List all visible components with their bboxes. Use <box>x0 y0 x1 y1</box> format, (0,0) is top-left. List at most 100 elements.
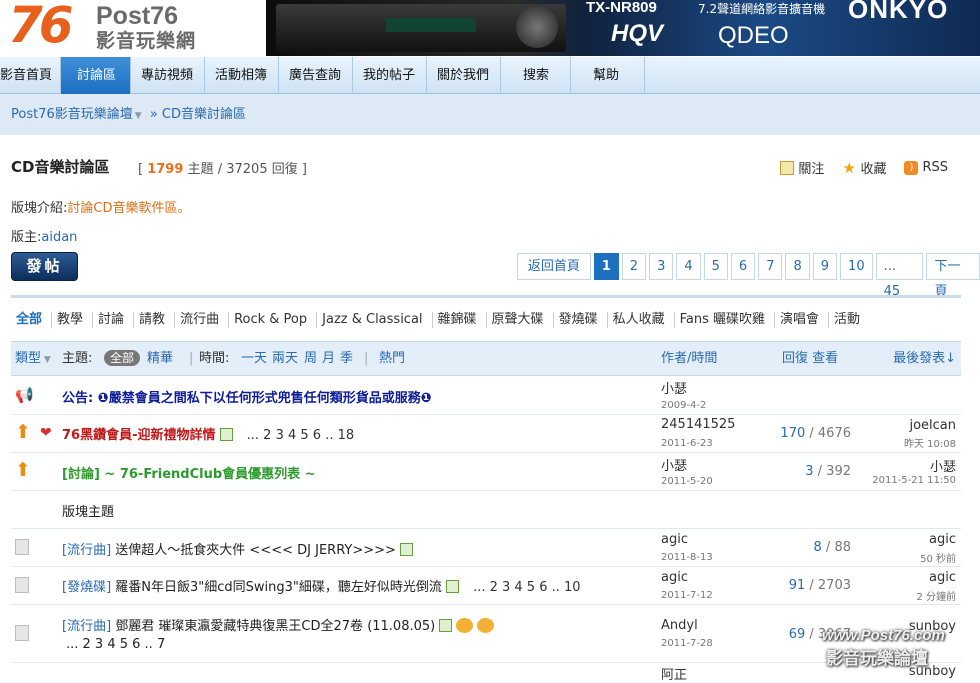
thread-pages[interactable]: ... 2 3 4 5 6 .. 18 <box>247 428 355 443</box>
rss-button[interactable]: ) RSS <box>904 158 948 177</box>
star-icon: ★ <box>842 158 856 177</box>
thread-pages[interactable]: ... 2 3 4 5 6 .. 10 <box>473 580 581 595</box>
type-tab-fans[interactable]: Fans 曬碟吹雞 <box>675 312 775 328</box>
pager-page-4[interactable]: 4 <box>676 253 701 280</box>
filter-all[interactable]: 全部 <box>104 350 141 366</box>
pager-page-8[interactable]: 8 <box>785 253 810 280</box>
filter-hot[interactable]: 熱門 <box>379 342 405 375</box>
site-header: 76 Post76 影音玩樂網 TX-NR809 7.2聲道網絡影音擴音機 HQ… <box>0 0 980 57</box>
stats-sep: / <box>217 162 223 177</box>
filter-two-days[interactable]: 兩天 <box>272 342 298 375</box>
pager-next[interactable]: 下一頁 <box>926 253 980 299</box>
type-tab-discuss[interactable]: 討論 <box>93 312 135 328</box>
nav-about[interactable]: 關於我們 <box>427 57 501 94</box>
nav-ads[interactable]: 廣告查詢 <box>279 57 353 94</box>
col-last-post[interactable]: 最後發表↓ <box>893 342 956 375</box>
moderator-link[interactable]: aidan <box>41 230 77 245</box>
arrow-down-icon: ↓ <box>945 351 956 366</box>
col-author-time[interactable]: 作者/時間 <box>661 342 717 375</box>
new-post-button[interactable]: 發帖 <box>11 252 78 281</box>
thread-title[interactable]: 76黑鑽會員-迎新禮物詳情 <box>62 428 216 443</box>
thread-author[interactable]: 245141525 <box>661 417 735 432</box>
follow-button[interactable]: 關注 <box>780 158 824 177</box>
nav-search[interactable]: 搜索 <box>501 57 571 94</box>
ad-banner[interactable]: TX-NR809 7.2聲道網絡影音擴音機 HQV QDEO ONKYO <box>266 0 980 56</box>
favorite-button[interactable]: ★ 收藏 <box>842 158 886 177</box>
favorite-label: 收藏 <box>860 162 887 177</box>
thread-title[interactable]: 鄧麗君 璀璨東瀛愛藏特典復黑王CD全27卷 (11.08.05) <box>115 619 435 634</box>
chevron-down-icon[interactable]: ▼ <box>135 111 142 121</box>
type-tab-ask[interactable]: 請教 <box>134 312 176 328</box>
banner-hqv-logo: HQV <box>611 20 664 47</box>
pager-last[interactable]: ... 45 <box>875 253 924 299</box>
last-post-time[interactable]: 昨天 10:08 <box>904 435 956 450</box>
thread-category[interactable]: [流行曲] <box>62 543 111 558</box>
nav-forum[interactable]: 討論區 <box>61 57 131 94</box>
thread-title[interactable]: 送俾超人～抵食夾大件 <<<< DJ JERRY>>>> <box>115 543 396 558</box>
thread-date: 2011-6-23 <box>661 438 713 449</box>
pager-page-10[interactable]: 10 <box>840 253 873 280</box>
thread-author[interactable]: 阿正 <box>661 664 687 683</box>
col-last-post-label: 最後發表 <box>893 351 946 366</box>
type-tab-all[interactable]: 全部 <box>11 312 53 328</box>
view-count: 4676 <box>817 426 851 441</box>
pager-page-2[interactable]: 2 <box>621 253 647 280</box>
last-post-time[interactable]: 2 分鐘前 <box>916 588 956 603</box>
thread-author[interactable]: agic <box>661 570 688 585</box>
filter-month[interactable]: 月 <box>322 342 335 375</box>
last-poster[interactable]: agic <box>929 532 956 547</box>
type-tab-audiophile[interactable]: 發燒碟 <box>554 312 608 328</box>
thread-category[interactable]: [流行曲] <box>62 619 111 634</box>
thread-author[interactable]: 小瑟 <box>661 455 687 474</box>
pager-page-5[interactable]: 5 <box>703 253 728 280</box>
nav-my-posts[interactable]: 我的帖子 <box>353 57 427 94</box>
thread-category[interactable]: [發燒碟] <box>62 580 111 595</box>
announcement-title[interactable]: 公告: ❶嚴禁會員之間私下以任何形式兜售任何類形貨品或服務❶ <box>62 387 432 406</box>
last-poster[interactable]: joelcan <box>909 418 956 433</box>
col-reply-view[interactable]: 回復 查看 <box>782 342 838 375</box>
thread-title[interactable]: [討論] ~ 76-FriendClub會員優惠列表 ~ <box>62 463 316 482</box>
last-post-time[interactable]: 2011-5-21 11:50 <box>872 475 956 486</box>
nav-home[interactable]: 影音首頁 <box>0 57 61 94</box>
pager-page-1[interactable]: 1 <box>593 253 619 280</box>
type-tab-jazz-classical[interactable]: Jazz & Classical <box>317 312 433 328</box>
last-poster[interactable]: agic <box>929 570 956 585</box>
pager-page-3[interactable]: 3 <box>649 253 674 280</box>
thread-author[interactable]: 小瑟 <box>661 378 687 397</box>
thread-subject: 76黑鑽會員-迎新禮物詳情 ... 2 3 4 5 6 .. 18 <box>62 424 354 443</box>
type-filter[interactable]: 類型 ▼ <box>15 342 51 377</box>
filter-season[interactable]: 季 <box>340 342 353 375</box>
site-logo[interactable]: 76 Post76 影音玩樂網 <box>0 0 268 57</box>
time-filter-label: 時間: <box>199 351 230 366</box>
last-post-time[interactable]: 50 秒前 <box>920 550 956 565</box>
type-tab-compilation[interactable]: 雜錦碟 <box>433 312 487 328</box>
nav-help[interactable]: 幫助 <box>571 57 645 94</box>
thread-title[interactable]: 羅番N年日飯3"細cd同Swing3"細碟，聽左好似時光倒流 <box>115 580 442 595</box>
filter-digest[interactable]: 精華 <box>147 342 173 375</box>
thread-author[interactable]: agic <box>661 532 688 547</box>
type-tab-pop[interactable]: 流行曲 <box>175 312 230 328</box>
type-tab-concert[interactable]: 演唱會 <box>775 312 830 328</box>
breadcrumb-current[interactable]: » CD音樂討論區 <box>150 107 246 122</box>
document-icon <box>15 539 29 555</box>
type-tab-soundtrack[interactable]: 原聲大碟 <box>487 312 554 328</box>
pager-page-9[interactable]: 9 <box>812 253 838 280</box>
pager-back[interactable]: 返回首頁 <box>517 253 591 280</box>
pager-page-6[interactable]: 6 <box>730 253 756 280</box>
image-attachment-icon <box>439 619 453 632</box>
type-tab-private[interactable]: 私人收藏 <box>608 312 675 328</box>
last-poster[interactable]: 小瑟 <box>930 456 956 475</box>
type-tab-rock-pop[interactable]: Rock & Pop <box>229 312 318 328</box>
filter-one-day[interactable]: 一天 <box>241 342 267 375</box>
nav-albums[interactable]: 活動相簿 <box>205 57 279 94</box>
pager-page-7[interactable]: 7 <box>758 253 783 280</box>
receiver-image <box>276 4 566 52</box>
type-tab-events[interactable]: 活動 <box>829 312 869 328</box>
filter-week[interactable]: 周 <box>304 342 317 375</box>
follow-icon <box>780 160 795 175</box>
type-tab-teaching[interactable]: 教學 <box>52 312 94 328</box>
nav-interviews[interactable]: 專訪視頻 <box>131 57 205 94</box>
breadcrumb-home[interactable]: Post76影音玩樂論壇 <box>11 107 133 122</box>
thread-author[interactable]: Andyl <box>661 618 698 633</box>
thread-pages[interactable]: ... 2 3 4 5 6 .. 7 <box>66 637 165 652</box>
